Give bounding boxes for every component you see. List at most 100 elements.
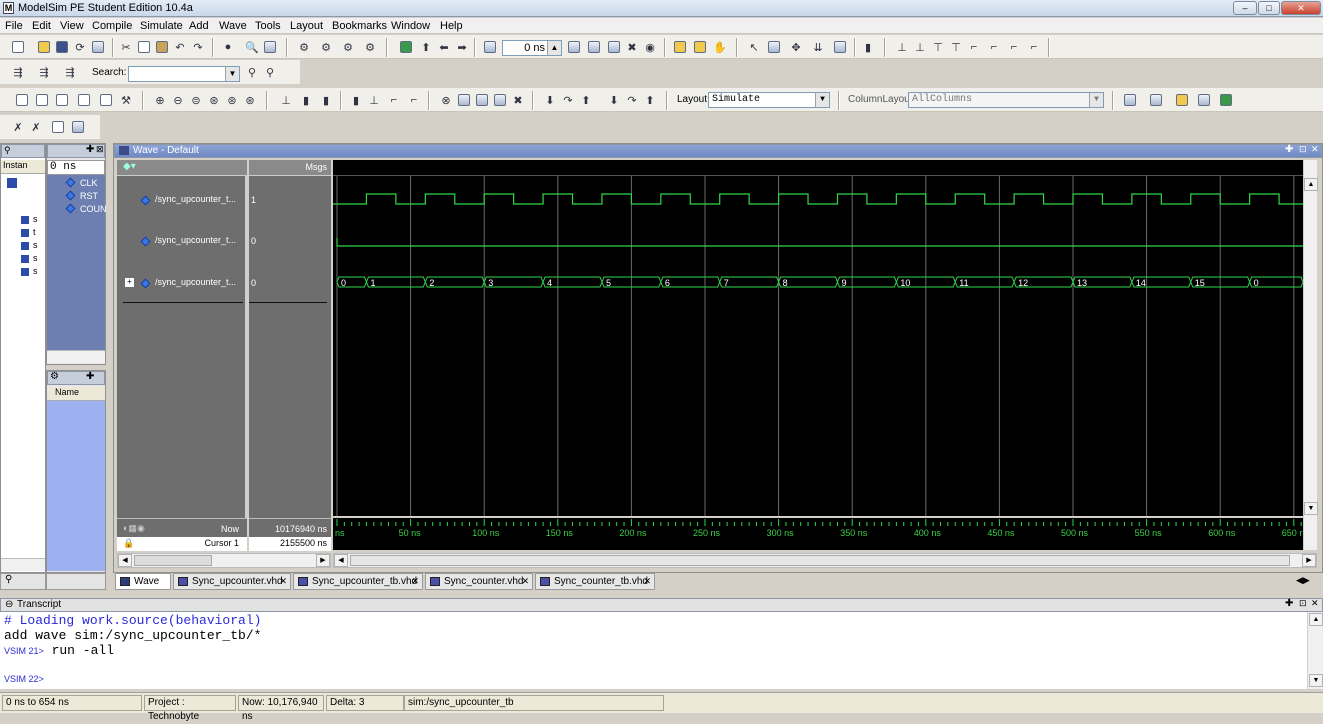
zoom-full-icon[interactable]: ⊜ [188, 92, 204, 108]
edge-fall-icon[interactable]: ⌐ [406, 92, 422, 108]
close-window-button[interactable]: ✕ [1281, 1, 1321, 15]
print-icon[interactable] [90, 39, 106, 55]
scroll-thumb[interactable] [134, 555, 212, 566]
binoculars-icon[interactable]: ⚲ [244, 64, 260, 80]
compare-add-icon[interactable]: ✗ [10, 119, 26, 135]
split-icon[interactable]: ▮ [860, 39, 876, 55]
object-item-clk[interactable]: CLK [80, 178, 98, 188]
step-up-icon[interactable]: ⬆ [578, 92, 594, 108]
step-loop-2-icon[interactable]: ↷ [624, 92, 640, 108]
instance-item-label[interactable]: t [33, 227, 36, 237]
scroll-down-icon[interactable]: ▼ [1309, 674, 1323, 687]
tab-sync-counter[interactable]: Sync_counter.vhd ✕ [425, 573, 533, 590]
measure-icon[interactable] [832, 39, 848, 55]
time-axis[interactable]: ns 50 ns 100 ns 150 ns 200 ns 250 ns 300 ns 350… [333, 518, 1303, 550]
reload-icon[interactable]: ⟳ [72, 39, 88, 55]
close-view-icon[interactable]: ✖ [510, 92, 526, 108]
wave-hscrollbar[interactable]: ◀ ▶ [333, 553, 1317, 568]
menu-help[interactable]: Help [440, 20, 463, 32]
expand-icon[interactable]: + [125, 278, 134, 287]
names-hscrollbar[interactable]: ◀ ▶ [117, 553, 331, 568]
run-icon[interactable] [566, 39, 582, 55]
compare-run-icon[interactable] [70, 119, 86, 135]
tab-sync-upcounter-tb[interactable]: Sync_upcounter_tb.vhd ✕ [293, 573, 423, 590]
layout-dropdown-icon[interactable]: ▼ [815, 93, 829, 107]
pan-icon[interactable]: ✥ [788, 39, 804, 55]
up-arrow-icon[interactable]: ⬆ [418, 39, 434, 55]
now-icons[interactable]: ◐▦◉ [123, 523, 145, 534]
zoom-cursor-icon[interactable]: ⊛ [206, 92, 222, 108]
scroll-right-icon[interactable]: ▶ [1302, 554, 1316, 567]
collapse-icon[interactable] [262, 39, 278, 55]
step-out-icon[interactable]: ⇶ [36, 64, 52, 80]
close-icon[interactable]: ✕ [1311, 598, 1319, 609]
copy-icon[interactable] [136, 39, 152, 55]
column-layout-dropdown-icon[interactable]: ▼ [1089, 93, 1103, 107]
wave-tool-6-icon[interactable]: ⌐ [986, 39, 1002, 55]
menu-layout[interactable]: Layout [290, 20, 323, 32]
instance-item-icon[interactable] [7, 178, 17, 188]
layout-select[interactable]: Simulate ▼ [708, 92, 830, 108]
search-dropdown-icon[interactable]: ▼ [225, 67, 239, 81]
run-length-icon[interactable] [482, 39, 498, 55]
object-item-count[interactable]: COUN [80, 204, 107, 214]
instance-item-label[interactable]: s [33, 266, 38, 276]
insert-cursor-icon[interactable]: ⊥ [278, 92, 294, 108]
edge-next-icon[interactable]: ⊥ [366, 92, 382, 108]
scroll-up-icon[interactable]: ▲ [1309, 613, 1323, 626]
step-up-2-icon[interactable]: ⬆ [642, 92, 658, 108]
menu-window[interactable]: Window [391, 20, 430, 32]
object-item-rst[interactable]: RST [80, 191, 98, 201]
wave-tool-7-icon[interactable]: ⌐ [1006, 39, 1022, 55]
menu-file[interactable]: File [5, 20, 23, 32]
menu-simulate[interactable]: Simulate [140, 20, 183, 32]
instance-item-label[interactable]: s [33, 253, 38, 263]
wave-tool-2-icon[interactable]: ⊥ [912, 39, 928, 55]
tab-sync-counter-tb[interactable]: Sync_counter_tb.vhd ✕ [535, 573, 655, 590]
wave-tool-5-icon[interactable]: ⌐ [966, 39, 982, 55]
zoom-range-icon[interactable]: ⊛ [242, 92, 258, 108]
signal-in-icon[interactable] [14, 92, 30, 108]
dock-icon[interactable]: ✚ [86, 371, 94, 382]
dock-icon[interactable]: ✚ [86, 144, 94, 155]
tab-wave[interactable]: Wave [115, 573, 171, 590]
maximize-button[interactable]: □ [1258, 1, 1280, 15]
step-loop-icon[interactable]: ↷ [560, 92, 576, 108]
tab-sync-upcounter[interactable]: Sync_upcounter.vhd ✕ [173, 573, 291, 590]
window-layout-2-icon[interactable] [1148, 92, 1164, 108]
close-icon[interactable]: ✕ [1311, 144, 1319, 155]
find-icon[interactable]: 🔍 [244, 39, 260, 55]
cursor-label[interactable]: Cursor 1 [204, 538, 239, 548]
memory-icon[interactable] [456, 92, 472, 108]
instance-item-label[interactable]: s [33, 240, 38, 250]
transcript-vscrollbar[interactable]: ▲ ▼ [1307, 612, 1323, 689]
menu-tools[interactable]: Tools [255, 20, 281, 32]
window-layout-1-icon[interactable] [1122, 92, 1138, 108]
filter-icon[interactable]: ⚒ [118, 92, 134, 108]
scroll-left-icon[interactable]: ◀ [334, 554, 348, 567]
edge-prev-icon[interactable]: ▮ [348, 92, 364, 108]
cut-icon[interactable]: ✂ [118, 39, 134, 55]
instance-item-label[interactable]: s [33, 214, 38, 224]
undo-icon[interactable]: ↶ [172, 39, 188, 55]
library-tab[interactable]: ⚲ [0, 573, 46, 590]
back-arrow-icon[interactable]: ⬅ [436, 39, 452, 55]
break-icon[interactable]: ✖ [624, 39, 640, 55]
processes-column-name[interactable]: Name [47, 387, 105, 401]
window-layout-5-icon[interactable] [1218, 92, 1234, 108]
menu-view[interactable]: View [60, 20, 84, 32]
transcript-console[interactable]: # Loading work.source(behavioral) add wa… [0, 612, 1307, 689]
column-layout-select[interactable]: AllColumns ▼ [908, 92, 1104, 108]
processes-tab[interactable] [46, 573, 106, 590]
search-options-icon[interactable]: ⚲ [262, 64, 278, 80]
redo-icon[interactable]: ↷ [190, 39, 206, 55]
dataflow-icon[interactable]: ⊗ [438, 92, 454, 108]
paste-icon[interactable] [154, 39, 170, 55]
close-icon[interactable]: ⊠ [96, 144, 104, 155]
window-layout-3-icon[interactable] [1174, 92, 1190, 108]
step-into-icon[interactable]: ⇶ [10, 64, 26, 80]
zoom-region-icon[interactable] [766, 39, 782, 55]
scroll-down-icon[interactable]: ▼ [1304, 502, 1318, 515]
lock-cursor-icon[interactable]: ▮ [318, 92, 334, 108]
select-pointer-icon[interactable]: ↖ [746, 39, 762, 55]
